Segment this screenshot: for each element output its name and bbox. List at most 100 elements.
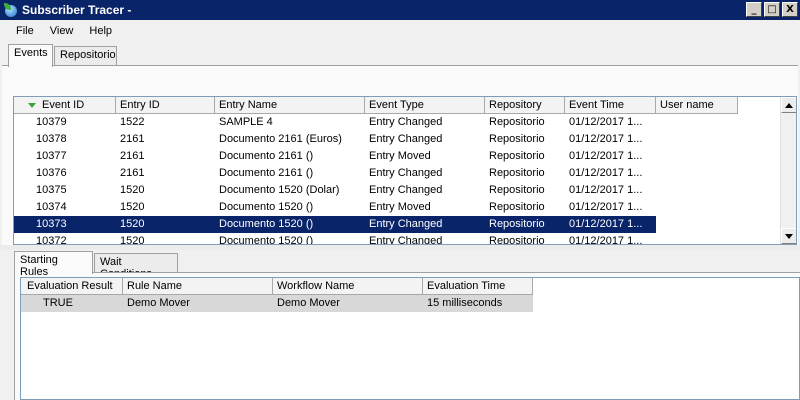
col-header-entry-id[interactable]: Entry ID — [116, 97, 215, 114]
cell-entry-id: 1522 — [120, 116, 145, 128]
cell-event-time: 01/12/2017 1... — [569, 184, 643, 196]
cell-event-time: 01/12/2017 1... — [565, 216, 656, 233]
cell-repository: Repositorio — [489, 133, 545, 145]
arrow-down-icon — [785, 233, 793, 239]
menu-help[interactable]: Help — [81, 25, 120, 37]
cell-entry-name: Documento 1520 () — [219, 235, 314, 245]
cell-user-name — [656, 233, 738, 244]
cell-event-id: 10372 — [36, 235, 67, 245]
cell-event-type: Entry Changed — [369, 167, 443, 179]
col-header-event-time[interactable]: Event Time — [565, 97, 656, 114]
title-bar: Subscriber Tracer - _ □ X — [0, 0, 800, 20]
cell-entry-name: Documento 1520 () — [215, 216, 365, 233]
col-header-event-type[interactable]: Event Type — [365, 97, 485, 114]
cell-event-time: 01/12/2017 1... — [569, 201, 643, 213]
cell-repository: Repositorio — [489, 184, 545, 196]
col-header-event-id[interactable]: Event ID — [14, 97, 116, 114]
scroll-up-button[interactable] — [781, 97, 796, 113]
cell-event-id: 10373 — [14, 216, 116, 233]
events-vertical-scrollbar[interactable] — [780, 97, 796, 244]
tab-wait-conditions[interactable]: Wait Conditions — [94, 253, 178, 280]
cell-evaluation-result: TRUE — [21, 295, 123, 312]
minimize-button[interactable]: _ — [746, 2, 762, 17]
maximize-button[interactable]: □ — [764, 2, 780, 17]
rules-grid-body: TRUE Demo Mover Demo Mover 15 milliseconds — [21, 295, 533, 312]
cell-event-id: 10377 — [36, 150, 67, 162]
cell-event-time: 01/12/2017 1... — [569, 150, 643, 162]
cell-event-type: Entry Changed — [369, 133, 443, 145]
cell-entry-id: 2161 — [120, 133, 145, 145]
cell-repository: Repositorio — [489, 116, 545, 128]
cell-event-type: Entry Changed — [369, 184, 443, 196]
cell-event-type: Entry Moved — [369, 201, 431, 213]
cell-workflow-name: Demo Mover — [273, 295, 423, 312]
table-row[interactable]: 10379 1522 SAMPLE 4 Entry Changed Repositori… — [14, 114, 738, 131]
events-grid[interactable]: Event ID Entry ID Entry Name Event Type … — [13, 96, 797, 245]
cell-entry-name: Documento 2161 (Euros) — [219, 133, 342, 145]
table-row[interactable]: 10375 1520 Documento 1520 (Dolar) Entry Cha… — [14, 182, 738, 199]
menu-view[interactable]: View — [42, 25, 82, 37]
table-row[interactable]: 10372 1520 Documento 1520 () Entry Changed R… — [14, 233, 738, 245]
col-header-evaluation-result[interactable]: Evaluation Result — [21, 278, 123, 295]
cell-repository: Repositorio — [485, 216, 565, 233]
cell-repository: Repositorio — [489, 150, 545, 162]
cell-event-time: 01/12/2017 1... — [569, 133, 643, 145]
cell-evaluation-time: 15 milliseconds — [423, 295, 533, 312]
tab-events[interactable]: Events — [8, 44, 53, 67]
table-row[interactable]: 10378 2161 Documento 2161 (Euros) Entry Cha… — [14, 131, 738, 148]
cell-rule-name: Demo Mover — [123, 295, 273, 312]
cell-entry-id: 2161 — [120, 167, 145, 179]
cell-user-name — [656, 131, 738, 148]
cell-entry-name: Documento 1520 () — [219, 201, 314, 213]
cell-event-type: Entry Changed — [365, 216, 485, 233]
tab-starting-rules[interactable]: Starting Rules — [14, 251, 93, 278]
cell-event-type: Entry Changed — [369, 116, 443, 128]
cell-user-name — [656, 216, 738, 233]
cell-event-id: 10376 — [36, 167, 67, 179]
cell-event-id: 10379 — [36, 116, 67, 128]
cell-entry-id: 1520 — [116, 216, 215, 233]
cell-entry-id: 2161 — [120, 150, 145, 162]
table-row[interactable]: TRUE Demo Mover Demo Mover 15 milliseconds — [21, 295, 533, 312]
cell-user-name — [656, 148, 738, 165]
rules-grid[interactable]: Evaluation Result Rule Name Workflow Nam… — [20, 277, 800, 400]
rules-grid-header: Evaluation Result Rule Name Workflow Nam… — [21, 278, 533, 295]
events-grid-header: Event ID Entry ID Entry Name Event Type … — [14, 97, 738, 114]
cell-repository: Repositorio — [489, 201, 545, 213]
col-header-user-name[interactable]: User name — [656, 97, 738, 114]
cell-event-type: Entry Changed — [369, 235, 443, 245]
col-header-repository[interactable]: Repository — [485, 97, 565, 114]
app-globe-icon — [4, 3, 18, 17]
cell-event-time: 01/12/2017 1... — [569, 116, 643, 128]
sort-descending-icon — [28, 102, 36, 108]
col-header-rule-name[interactable]: Rule Name — [123, 278, 273, 295]
cell-event-time: 01/12/2017 1... — [569, 235, 643, 245]
col-header-workflow-name[interactable]: Workflow Name — [273, 278, 423, 295]
menu-file[interactable]: File — [8, 25, 42, 37]
cell-user-name — [656, 182, 738, 199]
cell-entry-name: Documento 1520 (Dolar) — [219, 184, 340, 196]
table-row[interactable]: 10376 2161 Documento 2161 () Entry Changed R… — [14, 165, 738, 182]
cell-entry-id: 1520 — [120, 235, 145, 245]
events-grid-body: 10379 1522 SAMPLE 4 Entry Changed Repositori… — [14, 114, 738, 245]
cell-user-name — [656, 114, 738, 131]
cell-event-id: 10374 — [36, 201, 67, 213]
scroll-down-button[interactable] — [781, 228, 796, 244]
cell-entry-name: Documento 2161 () — [219, 167, 314, 179]
table-row[interactable]: 10373 1520 Documento 1520 () Entry Changed R… — [14, 216, 738, 233]
col-header-evaluation-time[interactable]: Evaluation Time — [423, 278, 533, 295]
cell-event-id: 10378 — [36, 133, 67, 145]
cell-entry-id: 1520 — [120, 184, 145, 196]
cell-event-time: 01/12/2017 1... — [569, 167, 643, 179]
cell-event-type: Entry Moved — [369, 150, 431, 162]
col-header-entry-name[interactable]: Entry Name — [215, 97, 365, 114]
table-row[interactable]: 10377 2161 Documento 2161 () Entry Moved Rep… — [14, 148, 738, 165]
cell-entry-name: SAMPLE 4 — [219, 116, 273, 128]
menu-bar: File View Help — [0, 20, 800, 42]
close-button[interactable]: X — [782, 2, 798, 17]
table-row[interactable]: 10374 1520 Documento 1520 () Entry Moved Rep… — [14, 199, 738, 216]
cell-repository: Repositorio — [489, 235, 545, 245]
tab-repositorio[interactable]: Repositorio — [54, 46, 117, 66]
cell-user-name — [656, 199, 738, 216]
main-tabstrip: Events Repositorio — [0, 42, 800, 67]
